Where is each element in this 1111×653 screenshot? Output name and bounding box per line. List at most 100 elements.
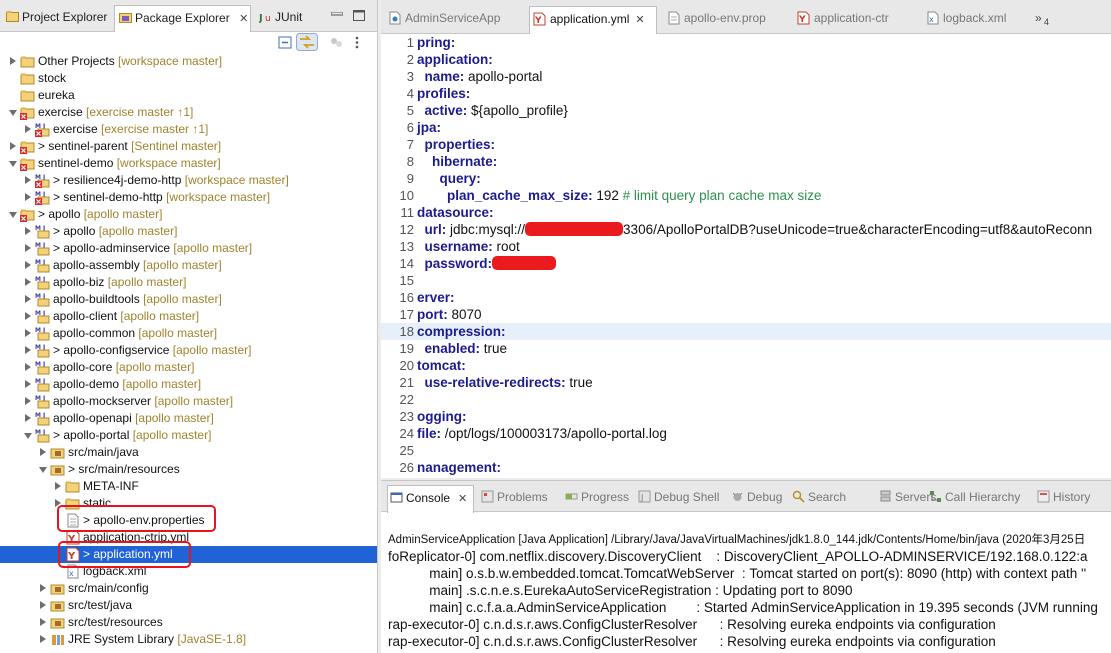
editor-tab[interactable]: x logback.xml <box>923 6 1028 30</box>
tree-item[interactable]: src/test/resources <box>0 614 377 631</box>
tree-item[interactable]: M Japollo-common [apollo master] <box>0 325 377 342</box>
tree-item[interactable]: M Japollo-client [apollo master] <box>0 308 377 325</box>
console-tab[interactable]: Progress <box>563 485 629 509</box>
search-icon <box>792 490 805 503</box>
tree-item[interactable]: M Jexercise [exercise master ↑1] <box>0 121 377 138</box>
tree-item-label: exercise [exercise master ↑1] <box>38 104 193 121</box>
console-tab[interactable]: Console ✕ <box>387 485 474 513</box>
collapse-arrow-icon[interactable] <box>24 433 32 439</box>
collapse-arrow-icon[interactable] <box>39 467 47 473</box>
console-tab[interactable]: Call Hierarchy <box>927 485 1020 509</box>
code-text: file: /opt/logs/100003173/apollo-portal.… <box>417 425 667 442</box>
console-tab-label: Console <box>406 491 451 505</box>
tree-item[interactable]: M Japollo-demo [apollo master] <box>0 376 377 393</box>
tree-item[interactable]: M Japollo-core [apollo master] <box>0 359 377 376</box>
tree-item[interactable]: M J > sentinel-demo-http [workspace master… <box>0 189 377 206</box>
expand-arrow-icon[interactable] <box>25 363 31 371</box>
link-with-editor-icon[interactable] <box>296 33 318 51</box>
tree-item[interactable]: Other Projects [workspace master] <box>0 53 377 70</box>
maven-icon: MJ <box>35 344 50 358</box>
tree-item[interactable]: M Japollo-biz [apollo master] <box>0 274 377 291</box>
expand-arrow-icon[interactable] <box>25 278 31 286</box>
expand-arrow-icon[interactable] <box>25 397 31 405</box>
tree-item[interactable]: stock <box>0 70 377 87</box>
editor-tab[interactable]: 4 <box>1044 10 1054 34</box>
code-text: name: apollo-portal <box>417 68 543 85</box>
tree-item[interactable]: M J > apollo-adminservice [apollo master] <box>0 240 377 257</box>
code-editor[interactable]: 1 pring: 2 application: 3 name: apollo-porta… <box>381 34 1111 478</box>
collapse-arrow-icon[interactable] <box>9 110 17 116</box>
tree-item[interactable]: > sentinel-parent [Sentinel master] <box>0 138 377 155</box>
expand-arrow-icon[interactable] <box>55 482 61 490</box>
expand-arrow-icon[interactable] <box>25 295 31 303</box>
collapse-arrow-icon[interactable] <box>9 161 17 167</box>
tree-item[interactable]: > apollo [apollo master] <box>0 206 377 223</box>
minimize-icon[interactable] <box>331 12 343 16</box>
tree-item[interactable]: sentinel-demo [workspace master] <box>0 155 377 172</box>
expand-arrow-icon[interactable] <box>25 125 31 133</box>
tree-item[interactable]: > src/main/resources <box>0 461 377 478</box>
git-decoration: [apollo master] <box>104 275 187 289</box>
tree-item[interactable]: M Japollo-buildtools [apollo master] <box>0 291 377 308</box>
tree-item-name: apollo-biz <box>53 275 105 289</box>
tree-item[interactable]: M J > resilience4j-demo-http [workspace ma… <box>0 172 377 189</box>
close-icon[interactable]: ✕ <box>239 13 248 25</box>
yaml-key: pring: <box>417 35 456 50</box>
expand-arrow-icon[interactable] <box>25 414 31 422</box>
tree-item[interactable]: src/test/java <box>0 597 377 614</box>
yaml-key: erver: <box>417 290 455 305</box>
expand-arrow-icon[interactable] <box>10 57 16 65</box>
tree-item[interactable]: src/main/config <box>0 580 377 597</box>
tree-item-label: src/test/java <box>68 597 132 614</box>
editor-tab[interactable]: apollo-env.prop <box>664 6 786 30</box>
tree-item[interactable]: JRE System Library [JavaSE-1.8] <box>0 631 377 648</box>
expand-arrow-icon[interactable] <box>25 244 31 252</box>
tree-item[interactable]: eureka <box>0 87 377 104</box>
view-menu-icon[interactable] <box>354 35 360 50</box>
expand-arrow-icon[interactable] <box>40 635 46 643</box>
expand-arrow-icon[interactable] <box>40 448 46 456</box>
tree-item[interactable]: src/main/java <box>0 444 377 461</box>
tree-item[interactable]: M Japollo-openapi [apollo master] <box>0 410 377 427</box>
editor-tab[interactable]: AdminServiceApp <box>385 6 527 30</box>
tree-item[interactable]: exercise [exercise master ↑1] <box>0 104 377 121</box>
expand-arrow-icon[interactable] <box>25 227 31 235</box>
console-tab[interactable]: J Debug Shell <box>636 485 719 509</box>
expand-arrow-icon[interactable] <box>25 176 31 184</box>
tree-item[interactable]: M J > apollo [apollo master] <box>0 223 377 240</box>
console-tab[interactable]: Debug <box>729 485 782 509</box>
expand-arrow-icon[interactable] <box>40 601 46 609</box>
tree-item-name: src/main/config <box>68 581 149 595</box>
console-tab[interactable]: Search <box>790 485 846 509</box>
expand-arrow-icon[interactable] <box>40 584 46 592</box>
tab-junit[interactable]: Ju JUnit <box>255 5 302 29</box>
maximize-icon[interactable] <box>353 10 365 21</box>
svg-text:J: J <box>259 13 263 23</box>
close-icon[interactable]: ✕ <box>458 493 467 505</box>
tree-item[interactable]: M Japollo-mockserver [apollo master] <box>0 393 377 410</box>
expand-arrow-icon[interactable] <box>25 329 31 337</box>
editor-tab[interactable]: Yapplication-ctr <box>794 6 916 30</box>
tree-item[interactable]: M Japollo-assembly [apollo master] <box>0 257 377 274</box>
tree-item[interactable]: META-INF <box>0 478 377 495</box>
tab-package-explorer[interactable]: Package Explorer ✕ <box>114 5 251 32</box>
expand-arrow-icon[interactable] <box>25 346 31 354</box>
editor-tab[interactable]: Yapplication.yml ✕ <box>529 6 657 34</box>
focus-icon[interactable] <box>328 35 344 50</box>
tree-item[interactable]: M J > apollo-portal [apollo master] <box>0 427 377 444</box>
console-tab[interactable]: Problems <box>479 485 548 509</box>
close-icon[interactable]: ✕ <box>635 14 644 26</box>
line-number: 14 <box>399 256 414 271</box>
expand-arrow-icon[interactable] <box>40 618 46 626</box>
expand-arrow-icon[interactable] <box>25 312 31 320</box>
expand-arrow-icon[interactable] <box>25 261 31 269</box>
console-tab[interactable]: History <box>1035 485 1090 509</box>
tab-project-explorer[interactable]: Project Explorer <box>2 5 107 29</box>
expand-arrow-icon[interactable] <box>25 193 31 201</box>
expand-arrow-icon[interactable] <box>25 380 31 388</box>
expand-arrow-icon[interactable] <box>10 142 16 150</box>
tree-item[interactable]: M J > apollo-configservice [apollo master] <box>0 342 377 359</box>
collapse-all-icon[interactable] <box>277 35 293 50</box>
line-number: 25 <box>399 443 414 458</box>
collapse-arrow-icon[interactable] <box>9 212 17 218</box>
